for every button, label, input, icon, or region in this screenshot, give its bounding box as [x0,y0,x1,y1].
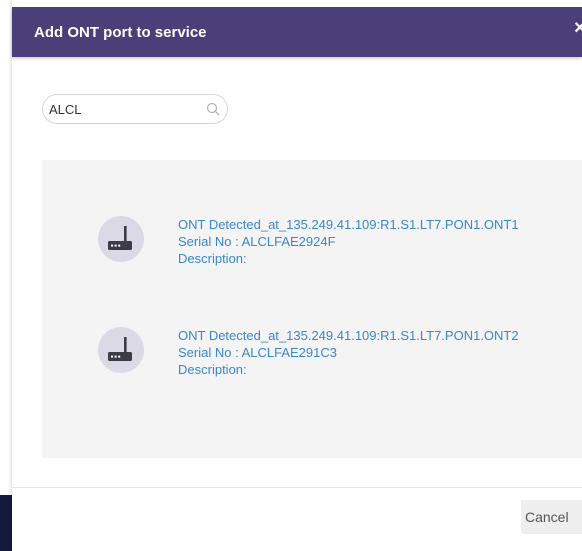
list-item[interactable]: ONT Detected_at_135.249.41.109:R1.S1.LT7… [98,216,578,278]
ont-name-link[interactable]: ONT Detected_at_135.249.41.109:R1.S1.LT7… [178,327,578,344]
list-item[interactable]: ONT Detected_at_135.249.41.109:R1.S1.LT7… [98,327,578,389]
router-icon [98,216,144,262]
ont-details: ONT Detected_at_135.249.41.109:R1.S1.LT7… [178,216,578,267]
ont-description: Description: [178,362,247,377]
ont-name-link[interactable]: ONT Detected_at_135.249.41.109:R1.S1.LT7… [178,216,578,233]
dialog-header: Add ONT port to service × [12,7,582,57]
cancel-button[interactable]: Cancel [521,500,582,534]
background-page-strip [0,495,12,551]
ont-serial: Serial No : ALCLFAE2924F [178,234,336,249]
ont-description: Description: [178,251,247,266]
close-icon[interactable]: × [574,18,582,38]
search-icon[interactable] [206,102,220,116]
search-field[interactable] [42,94,228,124]
ont-serial: Serial No : ALCLFAE291C3 [178,345,337,360]
ont-results-panel: ONT Detected_at_135.249.41.109:R1.S1.LT7… [42,160,582,458]
ont-details: ONT Detected_at_135.249.41.109:R1.S1.LT7… [178,327,578,378]
router-icon [98,327,144,373]
add-ont-port-dialog: Add ONT port to service × ONT Detected_a… [12,0,582,551]
search-input[interactable] [49,99,199,119]
dialog-title: Add ONT port to service [34,24,207,41]
footer-divider [12,487,582,488]
